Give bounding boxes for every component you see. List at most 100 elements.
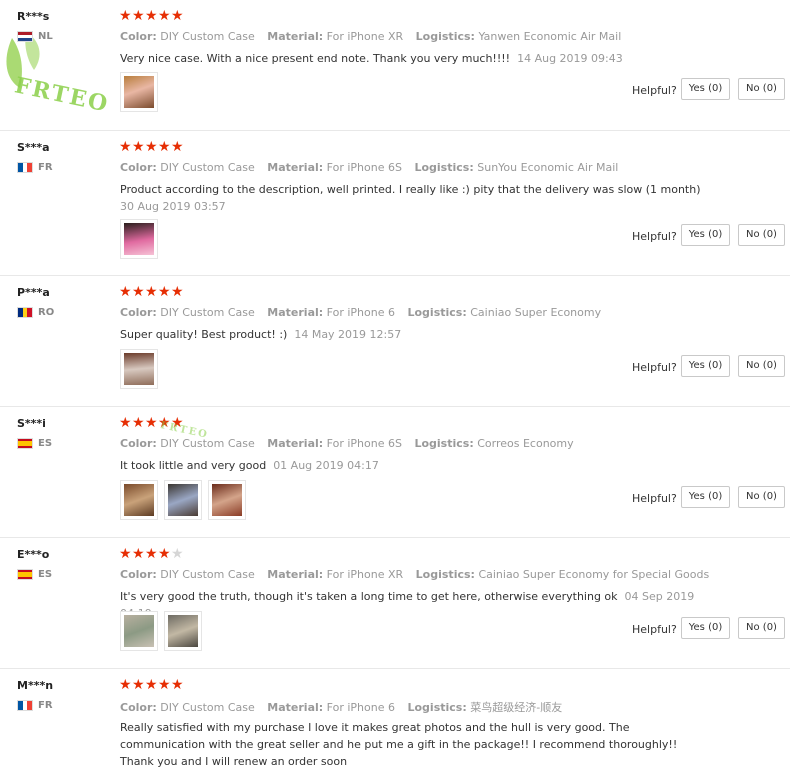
attr-logistics: Yanwen Economic Air Mail <box>478 30 622 43</box>
star-icon: ★ <box>145 677 158 693</box>
star-icon: ★ <box>132 415 145 431</box>
review-photo-thumbnail[interactable] <box>120 611 158 651</box>
reviewer-name: S***a <box>17 141 50 154</box>
review-photo-thumbnail[interactable] <box>120 349 158 389</box>
star-icon: ★ <box>132 546 145 562</box>
star-icon: ★ <box>119 284 132 300</box>
star-rating: ★ ★ ★ ★ ★ <box>119 285 184 299</box>
star-icon: ★ <box>145 8 158 24</box>
reviewer-name: M***n <box>17 679 54 692</box>
review-photo-thumbnail[interactable] <box>164 611 202 651</box>
review-item: S***a FR ★ ★ ★ ★ ★ Color: DIY Custom Case Ma… <box>0 131 790 276</box>
helpful-no-button[interactable]: No (0) <box>738 486 785 508</box>
attr-logistics: SunYou Economic Air Mail <box>477 161 619 174</box>
helpful-yes-button[interactable]: Yes (0) <box>681 617 730 639</box>
flag-fr-icon <box>17 162 33 173</box>
star-icon: ★ <box>119 546 132 562</box>
review-photo-thumbnail[interactable] <box>164 480 202 520</box>
star-icon: ★ <box>119 415 132 431</box>
attr-material: For iPhone 6S <box>326 161 402 174</box>
country-code: ES <box>38 438 53 449</box>
attr-logistics: Correos Economy <box>477 437 574 450</box>
helpful-no-button[interactable]: No (0) <box>738 355 785 377</box>
attr-color: DIY Custom Case <box>160 306 255 319</box>
attr-material: For iPhone XR <box>326 568 404 581</box>
review-photos <box>120 611 208 651</box>
flag-ro-icon <box>17 307 33 318</box>
star-icon: ★ <box>171 8 184 24</box>
helpful-no-button[interactable]: No (0) <box>738 617 785 639</box>
star-icon: ★ <box>158 284 171 300</box>
reviewer-country: FR <box>17 162 53 173</box>
star-icon: ★ <box>132 677 145 693</box>
star-icon: ★ <box>145 546 158 562</box>
star-icon: ★ <box>119 8 132 24</box>
review-item: P***a RO ★ ★ ★ ★ ★ Color: DIY Custom Case Ma… <box>0 276 790 407</box>
helpful-yes-button[interactable]: Yes (0) <box>681 224 730 246</box>
review-text: It's very good the truth, though it's ta… <box>120 588 710 622</box>
flag-es-icon <box>17 438 33 449</box>
reviewer-name: S***i <box>17 417 46 430</box>
review-photo-thumbnail[interactable] <box>208 480 246 520</box>
review-date: 14 Aug 2019 09:43 <box>517 52 623 65</box>
order-attributes: Color: DIY Custom Case Material: For iPh… <box>120 30 622 43</box>
order-attributes: Color: DIY Custom Case Material: For iPh… <box>120 161 619 174</box>
attr-logistics: 菜鸟超级经济-顺友 <box>470 701 563 714</box>
helpful-yes-button[interactable]: Yes (0) <box>681 486 730 508</box>
attr-color: DIY Custom Case <box>160 701 255 714</box>
star-icon: ★ <box>158 139 171 155</box>
review-photo-thumbnail[interactable] <box>120 219 158 259</box>
star-icon: ★ <box>145 284 158 300</box>
helpful-label: Helpful? <box>632 361 677 374</box>
flag-nl-icon <box>17 31 33 42</box>
attr-material: For iPhone 6S <box>326 437 402 450</box>
star-icon: ★ <box>119 139 132 155</box>
review-photos <box>120 480 252 520</box>
attr-material: For iPhone 6 <box>326 306 395 319</box>
helpful-no-button[interactable]: No (0) <box>738 78 785 100</box>
reviewer-name: R***s <box>17 10 50 23</box>
review-text: It took little and very good 01 Aug 2019… <box>120 459 379 472</box>
star-icon: ★ <box>145 139 158 155</box>
review-item: E***o ES ★ ★ ★ ★ ★ Color: DIY Custom Case Ma… <box>0 538 790 669</box>
review-photo-thumbnail[interactable] <box>120 72 158 112</box>
helpful-label: Helpful? <box>632 84 677 97</box>
star-icon: ★ <box>171 284 184 300</box>
country-code: ES <box>38 569 53 580</box>
review-item: S***i ES ★ ★ ★ ★ ★ Color: DIY Custom Case Ma… <box>0 407 790 538</box>
reviewer-country: NL <box>17 31 53 42</box>
helpful-yes-button[interactable]: Yes (0) <box>681 78 730 100</box>
country-code: FR <box>38 700 53 711</box>
flag-fr-icon <box>17 700 33 711</box>
attr-color: DIY Custom Case <box>160 30 255 43</box>
star-icon: ★ <box>145 415 158 431</box>
star-icon: ★ <box>132 284 145 300</box>
helpful-yes-button[interactable]: Yes (0) <box>681 355 730 377</box>
reviewer-name: E***o <box>17 548 50 561</box>
review-photo-thumbnail[interactable] <box>120 480 158 520</box>
review-date: 30 Aug 2019 03:57 <box>120 200 226 213</box>
reviewer-country: FR <box>17 700 53 711</box>
star-icon: ★ <box>119 677 132 693</box>
flag-es-icon <box>17 569 33 580</box>
attr-material: For iPhone 6 <box>326 701 395 714</box>
country-code: RO <box>38 307 55 318</box>
star-rating: ★ ★ ★ ★ ★ <box>119 547 184 561</box>
helpful-no-button[interactable]: No (0) <box>738 224 785 246</box>
reviewer-country: ES <box>17 569 52 580</box>
attr-logistics: Cainiao Super Economy <box>470 306 602 319</box>
attr-color: DIY Custom Case <box>160 568 255 581</box>
review-photos <box>120 219 164 259</box>
reviewer-name: P***a <box>17 286 50 299</box>
star-rating: ★ ★ ★ ★ ★ <box>119 9 184 23</box>
star-rating: ★ ★ ★ ★ ★ <box>119 140 184 154</box>
review-item: M***n FR ★ ★ ★ ★ ★ Color: DIY Custom Case Ma… <box>0 669 790 768</box>
review-date: 01 Aug 2019 04:17 <box>273 459 379 472</box>
review-photos <box>120 72 164 112</box>
review-text: Product according to the description, we… <box>120 183 701 213</box>
star-icon: ★ <box>158 8 171 24</box>
star-icon: ★ <box>132 8 145 24</box>
review-text: Very nice case. With a nice present end … <box>120 52 623 65</box>
review-text: Super quality! Best product! :) 14 May 2… <box>120 328 402 341</box>
review-item: R***s NL ★ ★ ★ ★ ★ Color: DIY Custom Case Ma… <box>0 0 790 131</box>
